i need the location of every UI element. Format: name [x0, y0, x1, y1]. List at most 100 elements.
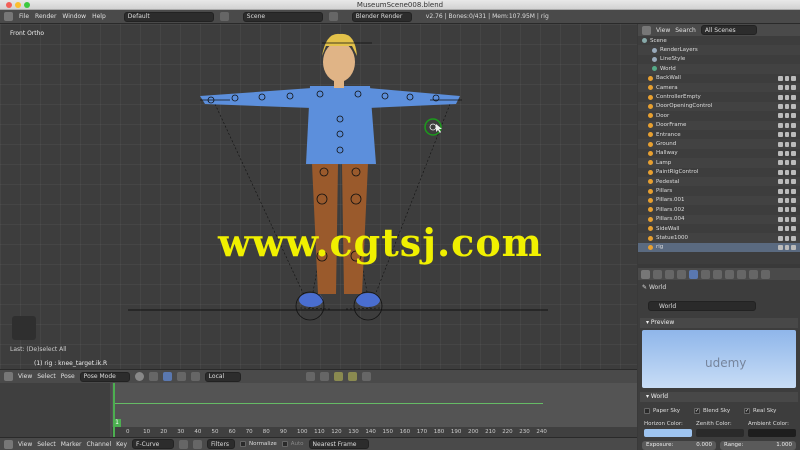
outliner-item[interactable]: DoorFrame — [638, 120, 800, 130]
manipulator-icon[interactable] — [162, 372, 172, 381]
visibility-toggles[interactable] — [778, 188, 797, 194]
outliner-item[interactable]: Pillars.004 — [638, 214, 800, 224]
view3d-editor-icon[interactable] — [4, 372, 13, 381]
camera-icon[interactable] — [791, 103, 797, 109]
orientation-select[interactable]: Local — [204, 371, 241, 382]
menu-pose[interactable]: Pose — [61, 373, 75, 380]
data-tab-icon[interactable] — [737, 269, 746, 279]
arrow-icon[interactable] — [784, 141, 790, 147]
frame-ruler[interactable]: 0 10 20 30 40 50 60 70 80 90 100 110 120 130 140 150 160… — [112, 427, 637, 437]
menu-help[interactable]: Help — [92, 13, 106, 20]
layer-icon[interactable] — [305, 372, 315, 381]
menu-channel[interactable]: Channel — [87, 441, 112, 448]
visibility-toggles[interactable] — [778, 179, 797, 185]
outliner-item[interactable]: Entrance — [638, 130, 800, 139]
eye-icon[interactable] — [778, 169, 783, 175]
arrow-icon[interactable] — [784, 197, 790, 203]
outliner-item[interactable]: Pillars.001 — [638, 195, 800, 206]
only-selected-icon[interactable] — [179, 439, 189, 449]
bone-tab-icon[interactable] — [749, 269, 758, 279]
filters-button[interactable]: Filters — [207, 439, 236, 449]
last-operator[interactable]: Last: (De)select All — [10, 346, 67, 353]
menu-render[interactable]: Render — [35, 13, 56, 20]
modifiers-tab-icon[interactable] — [725, 269, 734, 279]
arrow-icon[interactable] — [784, 235, 790, 241]
object-tab-icon[interactable] — [701, 269, 710, 279]
render-icon[interactable] — [361, 372, 371, 381]
visibility-toggles[interactable] — [778, 122, 797, 128]
camera-icon[interactable] — [791, 94, 797, 100]
pose-lib-icon[interactable] — [333, 372, 343, 381]
blend-sky-checkbox[interactable]: ✓ Blend Sky — [694, 408, 730, 414]
arrow-icon[interactable] — [784, 179, 790, 185]
eye-icon[interactable] — [778, 132, 783, 138]
visibility-toggles[interactable] — [778, 226, 797, 232]
menu-file[interactable]: File — [19, 13, 29, 20]
add-scene-icon[interactable] — [328, 12, 338, 21]
layers-tab-icon[interactable] — [665, 269, 674, 279]
arrow-icon[interactable] — [784, 113, 790, 119]
eye-icon[interactable] — [778, 75, 783, 81]
camera-icon[interactable] — [791, 226, 797, 232]
eye-icon[interactable] — [778, 244, 783, 250]
visibility-toggles[interactable] — [778, 160, 797, 166]
visibility-toggles[interactable] — [778, 235, 797, 241]
menu-graph-select[interactable]: Select — [37, 441, 56, 448]
camera-icon[interactable] — [791, 179, 797, 185]
outliner-item[interactable]: Pillars — [638, 186, 800, 195]
outliner-item[interactable]: RenderLayers — [638, 45, 800, 55]
timeline-editor[interactable]: 0 10 20 30 40 50 60 70 80 90 100 110 120 130 140 150 160… — [0, 383, 637, 437]
pose-copy-icon[interactable] — [347, 372, 357, 381]
shading-icon[interactable] — [134, 372, 144, 381]
add-screen-icon[interactable] — [219, 12, 229, 21]
menu-key[interactable]: Key — [116, 441, 127, 448]
menu-window[interactable]: Window — [62, 13, 86, 20]
visibility-toggles[interactable] — [778, 169, 797, 175]
eye-icon[interactable] — [778, 103, 783, 109]
eye-icon[interactable] — [778, 113, 783, 119]
camera-icon[interactable] — [791, 169, 797, 175]
3d-viewport[interactable]: Front Ortho www.cgtsj.com Last: (De)sele… — [0, 24, 637, 369]
normalize-toggle[interactable]: Normalize — [240, 441, 277, 447]
editor-type-icon[interactable] — [4, 12, 13, 21]
outliner-item[interactable]: rig — [638, 242, 800, 253]
outliner-item[interactable]: BackWall — [638, 74, 800, 83]
arrow-icon[interactable] — [784, 188, 790, 194]
camera-icon[interactable] — [791, 207, 797, 213]
horizon-color-swatch[interactable] — [644, 429, 692, 437]
pivot-icon[interactable] — [148, 372, 158, 381]
camera-icon[interactable] — [791, 235, 797, 241]
render-tab-icon[interactable] — [653, 269, 662, 279]
outliner-item[interactable]: Statue1000 — [638, 233, 800, 243]
visibility-toggles[interactable] — [778, 141, 797, 147]
scene-tab-icon[interactable] — [677, 269, 686, 279]
visibility-toggles[interactable] — [778, 94, 797, 100]
outliner-editor-icon[interactable] — [642, 25, 651, 35]
camera-icon[interactable] — [791, 216, 797, 222]
arrow-icon[interactable] — [784, 160, 790, 166]
eye-icon[interactable] — [778, 150, 783, 156]
arrow-icon[interactable] — [784, 94, 790, 100]
arrow-icon[interactable] — [784, 75, 790, 81]
graph-area[interactable] — [112, 383, 637, 427]
outliner-item[interactable]: SideWall — [638, 224, 800, 233]
real-sky-checkbox[interactable]: ✓ Real Sky — [744, 408, 776, 414]
arrow-icon[interactable] — [784, 103, 790, 109]
outliner-item[interactable]: PaintRigControl — [638, 168, 800, 177]
visibility-toggles[interactable] — [778, 150, 797, 156]
camera-icon[interactable] — [791, 75, 797, 81]
arrow-icon[interactable] — [784, 169, 790, 175]
material-tab-icon[interactable] — [761, 269, 770, 279]
outliner-item[interactable]: World — [638, 64, 800, 74]
arrow-icon[interactable] — [784, 207, 790, 213]
scene-select[interactable]: Scene — [242, 11, 323, 22]
camera-icon[interactable] — [791, 141, 797, 147]
camera-icon[interactable] — [791, 113, 797, 119]
menu-graph-view[interactable]: View — [18, 441, 32, 448]
arrow-icon[interactable] — [784, 85, 790, 91]
menu-view[interactable]: View — [18, 373, 32, 380]
outliner-item[interactable]: LineStyle — [638, 55, 800, 64]
eye-icon[interactable] — [778, 235, 783, 241]
render-engine-select[interactable]: Blender Render — [351, 11, 412, 22]
mode-select[interactable]: Pose Mode — [79, 371, 130, 382]
